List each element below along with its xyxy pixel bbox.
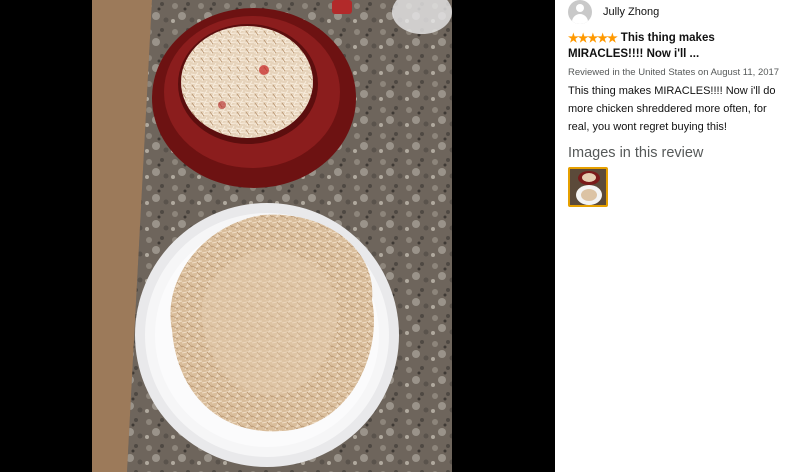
shredded-chicken-photo (92, 0, 452, 472)
review-title[interactable]: ★★★★★ This thing makes MIRACLES!!!! Now i… (568, 30, 790, 62)
images-heading: Images in this review (568, 145, 704, 161)
review-body: This thing makes MIRACLES!!!! Now i'll d… (568, 85, 776, 133)
review-image-thumbnail[interactable] (568, 167, 608, 207)
review-date: Reviewed in the United States on August … (568, 67, 780, 78)
star-rating-icon: ★★★★★ (568, 31, 618, 45)
review-author[interactable]: Jully Zhong (568, 0, 790, 24)
review-panel: Jully Zhong ★★★★★ This thing makes MIRACL… (555, 0, 800, 472)
user-avatar-icon (568, 0, 592, 24)
image-viewer (0, 0, 555, 472)
author-name[interactable]: Jully Zhong (603, 6, 659, 18)
review-photo (92, 0, 452, 472)
